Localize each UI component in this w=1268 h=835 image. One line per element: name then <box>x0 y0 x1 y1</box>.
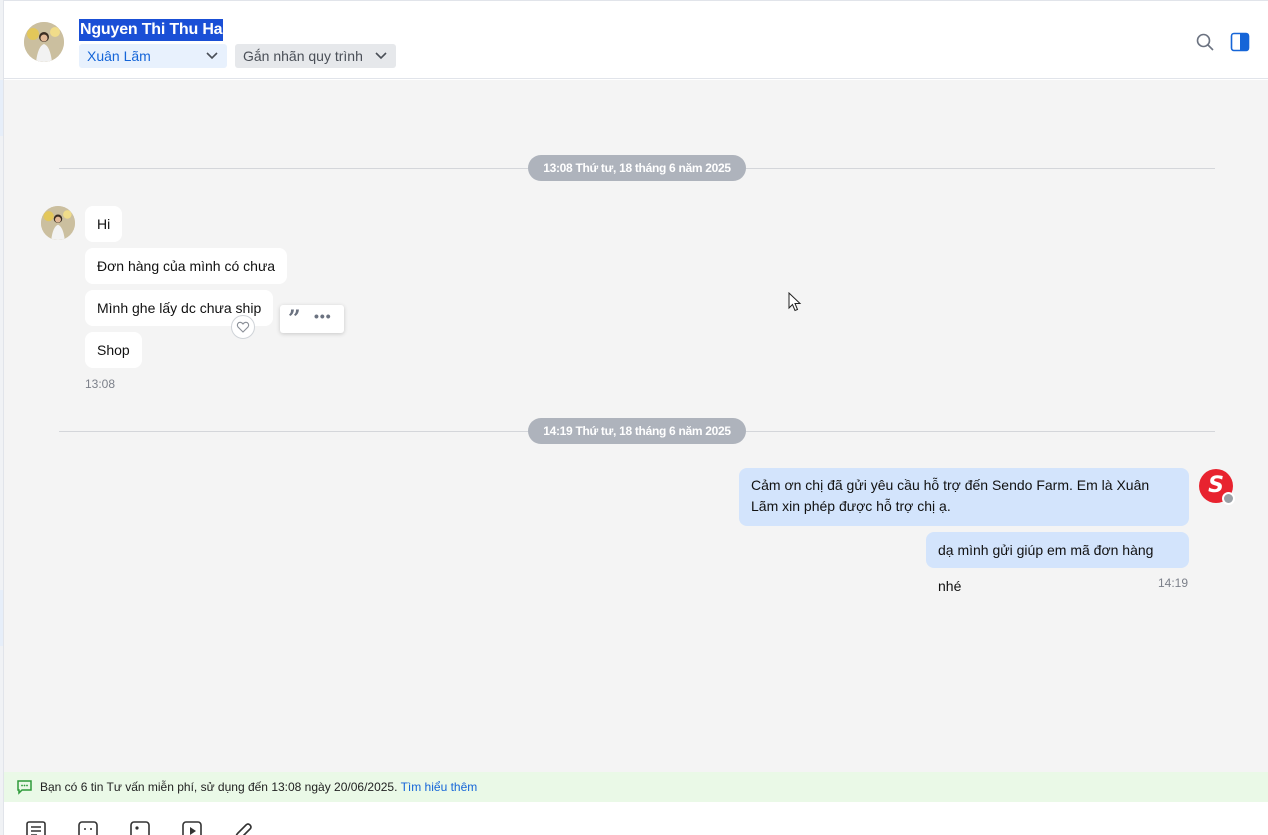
incoming-message[interactable]: Shop <box>85 332 142 368</box>
panel-toggle-icon[interactable] <box>1230 32 1250 52</box>
text-format-icon[interactable] <box>25 820 47 835</box>
workflow-tag-dropdown[interactable]: Gắn nhãn quy trình <box>235 44 396 68</box>
shop-avatar[interactable]: S <box>1199 469 1235 505</box>
status-badge <box>1222 492 1235 505</box>
left-panel-highlight <box>0 80 3 136</box>
left-panel-highlight <box>0 590 3 646</box>
chat-header: Nguyen Thi Thu Ha Xuân Lãm Gắn nhãn quy … <box>4 0 1268 79</box>
date-separator: 14:19 Thứ tư, 18 tháng 6 năm 2025 <box>528 418 746 444</box>
free-consult-notice: Bạn có 6 tin Tư vấn miễn phí, sử dụng đế… <box>4 772 1268 802</box>
contact-avatar[interactable] <box>24 22 64 62</box>
contact-name[interactable]: Nguyen Thi Thu Ha <box>79 19 224 41</box>
assignee-label: Xuân Lãm <box>87 48 151 64</box>
message-area[interactable]: 13:08 Thứ tư, 18 tháng 6 năm 2025 Hi Đơn… <box>4 80 1268 772</box>
message-icon <box>17 780 32 795</box>
message-time: 13:08 <box>85 377 116 391</box>
chevron-down-icon <box>206 52 218 60</box>
incoming-message[interactable]: Đơn hàng của mình có chưa <box>85 248 288 284</box>
sticker-icon[interactable] <box>77 820 99 835</box>
outgoing-message[interactable]: Cảm ơn chị đã gửi yêu cầu hỗ trợ đến Sen… <box>739 468 1189 526</box>
composer-toolbar <box>4 802 1268 835</box>
heart-icon <box>236 321 250 333</box>
learn-more-link[interactable]: Tìm hiểu thêm <box>401 780 478 794</box>
search-icon[interactable] <box>1195 32 1215 52</box>
attachment-icon[interactable] <box>233 820 255 835</box>
notice-text: Bạn có 6 tin Tư vấn miễn phí, sử dụng đế… <box>40 780 398 794</box>
video-icon[interactable] <box>181 820 203 835</box>
workflow-tag-label: Gắn nhãn quy trình <box>243 48 363 64</box>
message-time: 14:19 <box>1158 576 1189 590</box>
incoming-message[interactable]: Hi <box>85 206 123 242</box>
message-actions: ” ••• <box>280 305 344 333</box>
more-icon[interactable]: ••• <box>314 308 332 324</box>
quote-icon[interactable]: ” <box>288 308 301 330</box>
outgoing-message[interactable]: dạ mình gửi giúp em mã đơn hàng nhé <box>926 532 1189 594</box>
assignee-dropdown[interactable]: Xuân Lãm <box>79 44 227 68</box>
sender-avatar[interactable] <box>41 206 75 240</box>
chevron-down-icon <box>375 52 387 60</box>
date-separator: 13:08 Thứ tư, 18 tháng 6 năm 2025 <box>528 155 746 181</box>
mouse-cursor-icon <box>788 292 802 312</box>
react-button[interactable] <box>231 315 255 339</box>
image-icon[interactable] <box>129 820 151 835</box>
